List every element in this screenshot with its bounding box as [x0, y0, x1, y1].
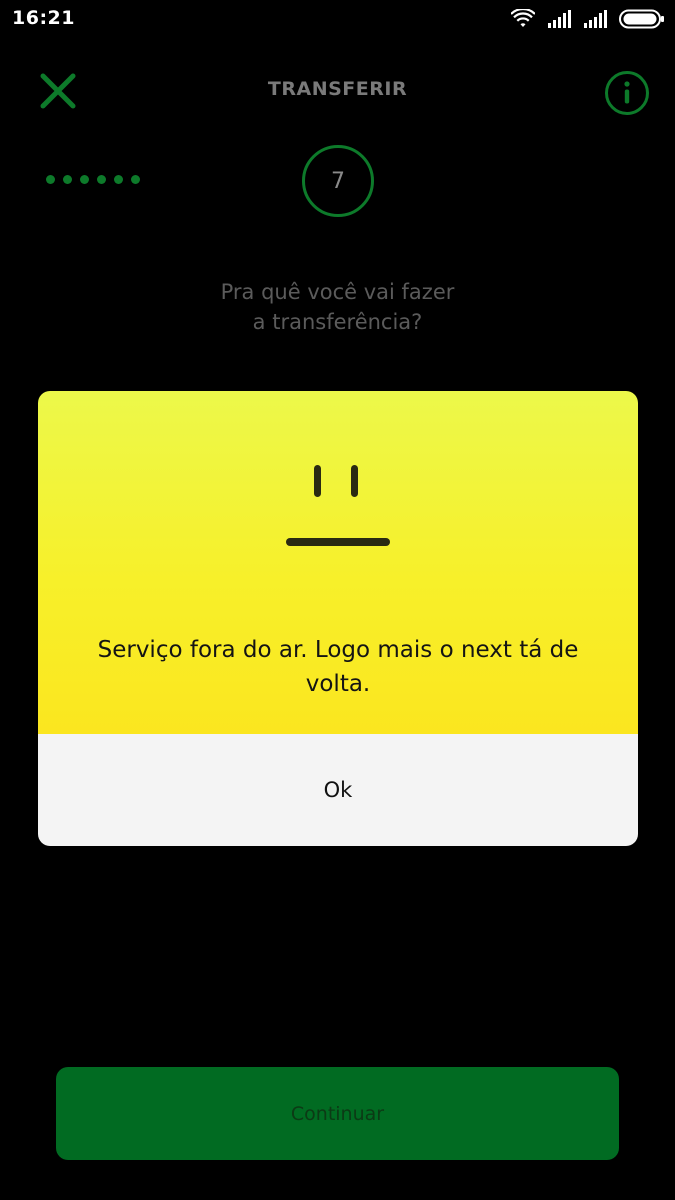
progress-dot	[80, 175, 89, 184]
progress-dot	[63, 175, 72, 184]
progress-dots	[46, 175, 140, 184]
signal-icon	[584, 10, 607, 28]
dialog-message: Serviço fora do ar. Logo mais o next tá …	[97, 637, 579, 697]
question-line-2: a transferência?	[252, 310, 423, 334]
ok-button-label: Ok	[323, 778, 353, 802]
ok-button[interactable]: Ok	[38, 734, 638, 846]
progress-dot	[46, 175, 55, 184]
dialog-body: Serviço fora do ar. Logo mais o next tá …	[38, 391, 638, 734]
battery-icon	[619, 9, 664, 29]
neutral-face-icon	[286, 465, 390, 546]
progress-dot	[114, 175, 123, 184]
status-time: 16:21	[12, 7, 75, 29]
error-dialog: Serviço fora do ar. Logo mais o next tá …	[38, 391, 638, 846]
progress-dot	[97, 175, 106, 184]
question-line-1: Pra quê você vai fazer	[220, 280, 455, 304]
page-title: TRANSFERIR	[267, 78, 408, 100]
status-icons	[511, 8, 665, 30]
current-step-indicator: 7	[302, 145, 374, 217]
question-text: Pra quê você vai fazer a transferência?	[0, 277, 675, 337]
continue-button-label: Continuar	[290, 1102, 385, 1125]
continue-button[interactable]: Continuar	[56, 1067, 619, 1160]
signal-icon	[548, 10, 571, 28]
wifi-icon	[511, 9, 535, 27]
info-icon[interactable]	[604, 70, 650, 116]
status-bar: 16:21	[0, 0, 675, 38]
current-step-number: 7	[331, 168, 345, 194]
progress-dot	[131, 175, 140, 184]
transfer-screen: 16:21 TRANSFERIR 7 Pra quê você vai faze…	[0, 0, 675, 1200]
